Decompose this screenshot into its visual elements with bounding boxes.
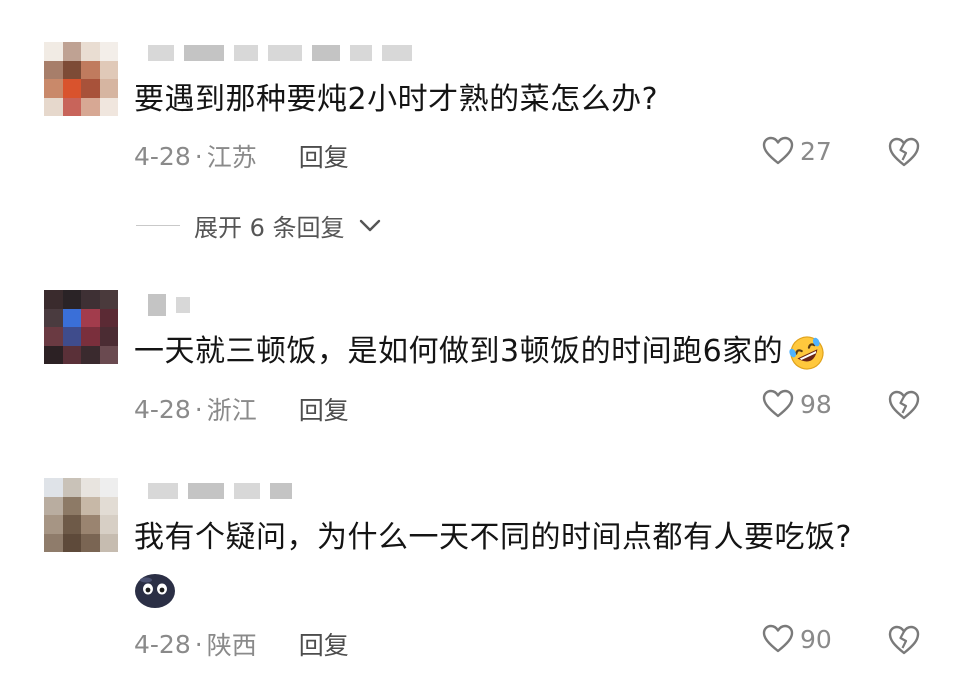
reply-button[interactable]: 回复 (299, 626, 349, 662)
heart-icon (762, 389, 794, 418)
meta-dot: · (194, 629, 203, 659)
expand-replies-button[interactable]: 展开 6 条回复 (136, 208, 381, 243)
broken-heart-icon (888, 390, 920, 420)
comment-location: 江苏 (206, 143, 257, 172)
avatar[interactable] (44, 478, 118, 552)
comment-date: 4-28 (134, 629, 191, 659)
dislike-button[interactable] (887, 389, 921, 425)
rofl-emoji-icon (789, 335, 824, 370)
broken-heart-icon (888, 625, 920, 655)
avatar[interactable] (44, 290, 118, 364)
reply-button[interactable]: 回复 (299, 391, 349, 427)
expand-replies-label: 展开 6 条回复 (194, 214, 345, 242)
username-blurred[interactable] (148, 478, 292, 504)
comment-text: 要遇到那种要炖2小时才熟的菜怎么办? (134, 82, 659, 117)
like-button[interactable]: 27 (762, 136, 832, 166)
broken-heart-icon (888, 137, 920, 167)
chevron-down-icon (359, 219, 380, 231)
dislike-button[interactable] (887, 136, 921, 172)
dark-blob-emoji-icon (132, 570, 178, 614)
like-button[interactable]: 90 (762, 624, 832, 654)
comment-meta: 4-28 · 陕西 回复 (134, 626, 349, 662)
comment-text: 我有个疑问，为什么一天不同的时间点都有人要吃饭? (134, 520, 852, 555)
dislike-button[interactable] (887, 624, 921, 660)
comment-meta: 4-28 · 江苏 回复 (134, 138, 349, 174)
like-count: 90 (800, 624, 832, 654)
reply-button[interactable]: 回复 (299, 138, 349, 174)
avatar[interactable] (44, 42, 118, 116)
divider-line (136, 224, 180, 227)
comment-text-content: 一天就三顿饭，是如何做到3顿饭的时间跑6家的 (134, 334, 784, 369)
comment-date: 4-28 (134, 141, 191, 171)
like-button[interactable]: 98 (762, 389, 832, 419)
heart-icon (762, 136, 794, 165)
like-count: 27 (800, 136, 832, 166)
comment-location: 浙江 (206, 396, 257, 425)
like-count: 98 (800, 389, 832, 419)
comment-location: 陕西 (206, 631, 257, 660)
meta-dot: · (194, 394, 203, 424)
heart-icon (762, 624, 794, 653)
comment-date: 4-28 (134, 394, 191, 424)
username-blurred[interactable] (148, 292, 190, 318)
comment-text: 一天就三顿饭，是如何做到3顿饭的时间跑6家的 (134, 332, 827, 373)
meta-dot: · (194, 141, 203, 171)
comment-meta: 4-28 · 浙江 回复 (134, 391, 349, 427)
username-blurred[interactable] (148, 40, 412, 66)
